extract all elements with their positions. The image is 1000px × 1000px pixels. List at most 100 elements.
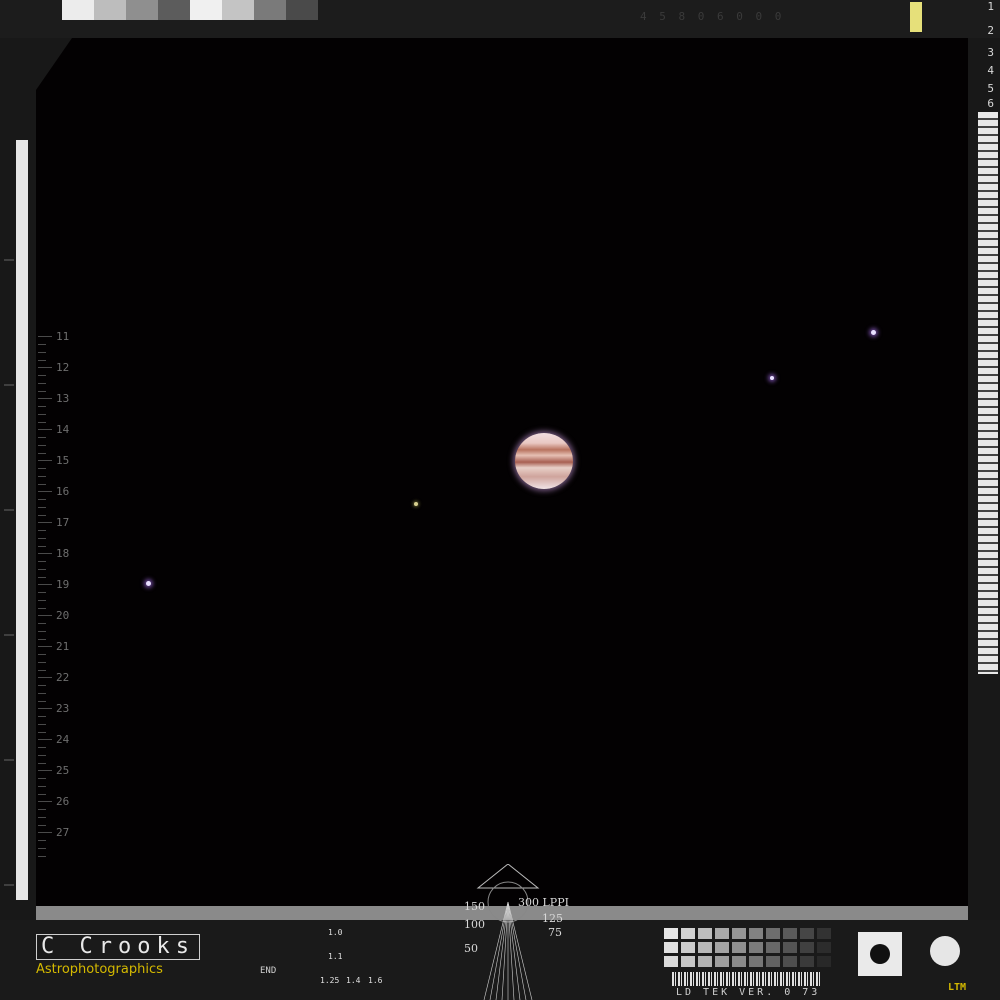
- ruler-tick: [38, 608, 46, 609]
- frame-number-ruler: 11 12 13 14 15 16 17 18 19 20 21 22 23 24 25 26 27: [38, 330, 78, 857]
- ruler-tick: [38, 445, 46, 446]
- ruler-tick: [38, 507, 46, 508]
- ruler-tick: [38, 825, 46, 826]
- logo-name: C Crooks: [36, 934, 200, 960]
- gray-patch: [800, 956, 814, 967]
- gray-patch: [664, 956, 678, 967]
- ruler-label: 20: [56, 609, 70, 622]
- focus-dot: [870, 944, 890, 964]
- ruler-tick: [38, 677, 52, 678]
- moon-1: [871, 330, 876, 335]
- ruler-tick: [38, 383, 46, 384]
- gray-patch: [817, 942, 831, 953]
- res-label: 1.0: [328, 928, 343, 937]
- version-label: LD TEK VER. 0 73: [676, 987, 821, 998]
- ruler-tick: [38, 577, 46, 578]
- ruler-tick: [38, 840, 46, 841]
- gray-patch: [732, 928, 746, 939]
- gray-patch: [817, 956, 831, 967]
- ruler-tick: [38, 592, 46, 593]
- ruler-label: 14: [56, 423, 70, 436]
- ruler-tick: [38, 553, 52, 554]
- gray-patch: [783, 942, 797, 953]
- ruler-label: 19: [56, 578, 70, 591]
- ruler-tick: [38, 406, 46, 407]
- gray-patch: [681, 942, 695, 953]
- ruler-tick: [38, 747, 46, 748]
- ruler-tick: [38, 414, 46, 415]
- gray-patch: [800, 942, 814, 953]
- ruler-tick: [38, 344, 46, 345]
- ruler-label: 16: [56, 485, 70, 498]
- ruler-tick: [38, 763, 46, 764]
- ruler-label: 27: [56, 826, 70, 839]
- top-code-strip: 4 5 8 0 6 0 0 0: [640, 10, 785, 23]
- ruler-label: 22: [56, 671, 70, 684]
- res-number: 5: [987, 82, 994, 95]
- ruler-tick: [38, 685, 46, 686]
- ruler-tick: [38, 832, 52, 833]
- res-label: 1.6: [368, 976, 383, 985]
- ruler-tick: [38, 615, 52, 616]
- ruler-tick: [38, 530, 46, 531]
- ruler-tick: [38, 422, 46, 423]
- moon-2: [770, 376, 774, 380]
- gray-patch: [664, 928, 678, 939]
- ruler-label: 21: [56, 640, 70, 653]
- ruler-tick: [38, 770, 52, 771]
- ruler-tick: [38, 491, 52, 492]
- ruler-tick: [38, 437, 46, 438]
- ruler-tick: [38, 476, 46, 477]
- resolution-target-block: 1.0 1.1 1.25 1.4 1.6: [316, 926, 382, 992]
- res-number: 6: [987, 97, 994, 110]
- ruler-tick: [38, 360, 46, 361]
- res-label: 1.1: [328, 952, 343, 961]
- jupiter-planet: [515, 433, 573, 489]
- gray-patch: [732, 942, 746, 953]
- top-gray-blocks: [62, 0, 318, 22]
- ruler-tick: [38, 398, 52, 399]
- gray-patch: [817, 928, 831, 939]
- gray-patch: [698, 942, 712, 953]
- left-exposure-bar: [16, 140, 28, 900]
- gray-patch: [783, 956, 797, 967]
- gray-patch: [698, 956, 712, 967]
- ruler-tick: [38, 352, 46, 353]
- gray-patch: [664, 942, 678, 953]
- ruler-tick: [38, 391, 46, 392]
- ruler-tick: [38, 584, 52, 585]
- gray-patch: [715, 956, 729, 967]
- gray-patch: [681, 956, 695, 967]
- lppi-150-label: 150: [464, 900, 485, 913]
- ruler-tick: [38, 367, 52, 368]
- grayscale-patch-grid: [664, 928, 831, 967]
- gray-patch: [715, 928, 729, 939]
- top-calibration-bar: 4 5 8 0 6 0 0 0: [0, 0, 1000, 38]
- logo-subtitle: Astrophotographics: [36, 962, 163, 977]
- lppi-fan-target: [476, 864, 540, 1000]
- ruler-tick: [38, 561, 46, 562]
- gray-patch: [766, 942, 780, 953]
- left-tick-marks: [4, 259, 14, 886]
- barcode: [672, 972, 822, 986]
- ruler-tick: [38, 856, 46, 857]
- ruler-tick: [38, 499, 46, 500]
- ruler-tick: [38, 654, 46, 655]
- lppi-100-label: 100: [464, 918, 485, 931]
- moon-3: [414, 502, 418, 506]
- ruler-label: 11: [56, 330, 70, 343]
- gray-patch: [698, 928, 712, 939]
- res-number: 3: [987, 46, 994, 59]
- ruler-label: 26: [56, 795, 70, 808]
- lppi-50-label: 50: [464, 942, 478, 955]
- ruler-tick: [38, 515, 46, 516]
- gray-patch: [749, 956, 763, 967]
- ruler-label: 12: [56, 361, 70, 374]
- ruler-tick: [38, 693, 46, 694]
- ruler-tick: [38, 755, 46, 756]
- ruler-tick: [38, 778, 46, 779]
- gray-patch: [732, 956, 746, 967]
- gray-patch: [766, 956, 780, 967]
- focus-target-circle: [930, 936, 960, 966]
- ruler-label: 17: [56, 516, 70, 529]
